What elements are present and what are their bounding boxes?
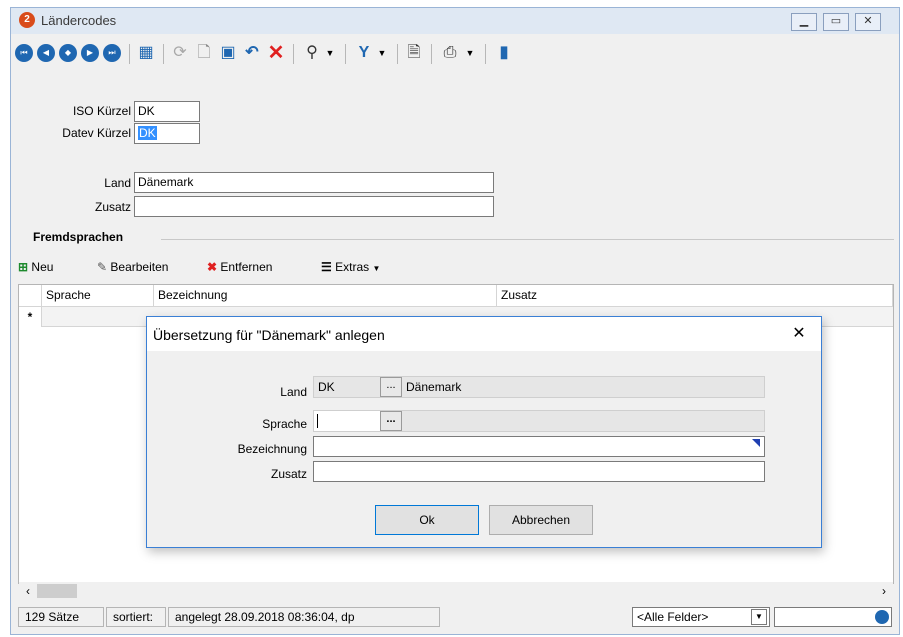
toolbar-separator bbox=[397, 44, 398, 64]
new-row-marker: * bbox=[19, 307, 42, 327]
toolbar-separator bbox=[293, 44, 294, 64]
window-title: Ländercodes bbox=[41, 13, 117, 28]
search-go-icon[interactable] bbox=[875, 610, 889, 624]
toolbar-separator bbox=[345, 44, 346, 64]
new-icon: ⊞ bbox=[18, 260, 29, 274]
record-count: 129 Sätze bbox=[18, 607, 104, 627]
zusatz-label: Zusatz bbox=[94, 200, 131, 214]
refresh-icon[interactable]: ⟳ bbox=[169, 42, 191, 64]
group-divider bbox=[161, 239, 894, 240]
land-browse-button: ... bbox=[380, 377, 402, 397]
remove-icon: ✖ bbox=[207, 260, 218, 274]
multilanguage-marker-icon[interactable] bbox=[752, 439, 760, 447]
iso-label: ISO Kürzel bbox=[72, 104, 131, 118]
ok-button[interactable]: Ok bbox=[375, 505, 479, 535]
text-cursor bbox=[317, 414, 318, 428]
datev-label: Datev Kürzel bbox=[62, 126, 131, 140]
dialog-land-field: DK ... Dänemark bbox=[313, 376, 765, 398]
dialog-sprache-input[interactable] bbox=[314, 411, 385, 431]
undo-icon[interactable]: ↶ bbox=[241, 42, 263, 64]
dialog-sprache-row: ... bbox=[313, 410, 765, 432]
cancel-button[interactable]: Abbrechen bbox=[489, 505, 593, 535]
new-document-icon[interactable]: 🗋 bbox=[193, 42, 215, 64]
minimize-button[interactable]: ▁ bbox=[791, 13, 817, 31]
dialog-title-bar: Übersetzung für "Dänemark" anlegen ✕ bbox=[147, 317, 821, 351]
dialog-title: Übersetzung für "Dänemark" anlegen bbox=[153, 327, 385, 343]
title-bar: 2 Ländercodes ▁ ▭ ✕ bbox=[11, 8, 899, 34]
edit-label: Bearbeiten bbox=[110, 260, 169, 274]
column-header-bezeichnung[interactable]: Bezeichnung bbox=[154, 285, 497, 307]
filter-icon[interactable]: Y bbox=[353, 42, 375, 64]
edit-icon: ✎ bbox=[97, 260, 108, 274]
toolbar-separator bbox=[163, 44, 164, 64]
scroll-right-icon[interactable]: › bbox=[877, 584, 891, 598]
close-button[interactable]: ✕ bbox=[855, 13, 881, 31]
save-icon[interactable]: ▣ bbox=[217, 42, 239, 64]
zusatz-field[interactable] bbox=[134, 196, 494, 217]
delete-icon[interactable]: ✕ bbox=[265, 42, 287, 64]
search-dropdown-icon[interactable]: ▼ bbox=[323, 42, 337, 64]
remove-label: Entfernen bbox=[220, 260, 273, 274]
created-info: angelegt 28.09.2018 08:36:04, dp bbox=[168, 607, 440, 627]
dialog-close-icon[interactable]: ✕ bbox=[787, 323, 811, 345]
first-record-icon[interactable]: ⏮ bbox=[15, 44, 33, 62]
dialog-bezeichnung-input[interactable] bbox=[313, 436, 765, 457]
next-record-icon[interactable]: ▶ bbox=[81, 44, 99, 62]
dialog-land-code: DK bbox=[318, 380, 335, 394]
report-icon[interactable]: 🗎 bbox=[403, 42, 425, 64]
land-label: Land bbox=[104, 176, 131, 190]
sprache-browse-button[interactable]: ... bbox=[380, 411, 402, 431]
dialog-land-name: Dänemark bbox=[406, 380, 462, 394]
dialog-zusatz-label: Zusatz bbox=[270, 467, 307, 481]
iso-field[interactable]: DK bbox=[134, 101, 200, 122]
maximize-button[interactable]: ▭ bbox=[823, 13, 849, 31]
previous-record-icon[interactable]: ◆ bbox=[59, 44, 77, 62]
minimize-icon: ▁ bbox=[799, 15, 809, 27]
row-header-corner bbox=[19, 285, 42, 307]
extras-label: Extras bbox=[335, 260, 370, 274]
sort-status: sortiert: bbox=[106, 607, 166, 627]
datev-field[interactable]: DK bbox=[134, 123, 200, 144]
land-field[interactable]: Dänemark bbox=[134, 172, 494, 193]
dialog-sprache-label: Sprache bbox=[262, 417, 307, 431]
quick-search-field[interactable] bbox=[774, 607, 892, 627]
remove-translation-button[interactable]: ✖ Entfernen bbox=[207, 260, 272, 282]
table-view-icon[interactable]: ▦ bbox=[135, 42, 157, 64]
menu-icon: ☰ bbox=[321, 260, 332, 274]
dropdown-arrow-icon: ▼ bbox=[372, 264, 381, 273]
close-icon: ✕ bbox=[863, 15, 873, 27]
toolbar-separator bbox=[129, 44, 130, 64]
last-record-icon[interactable]: ⏭ bbox=[103, 44, 121, 62]
print-icon[interactable]: ⎙ bbox=[439, 42, 461, 64]
dialog-land-label: Land bbox=[280, 385, 307, 399]
horizontal-scrollbar[interactable]: ‹ › bbox=[19, 582, 893, 600]
app-icon: 2 bbox=[19, 12, 35, 28]
field-filter-select[interactable]: <Alle Felder> ▼ bbox=[632, 607, 770, 627]
toolbar-separator bbox=[485, 44, 486, 64]
status-bar: 129 Sätze sortiert: angelegt 28.09.2018 … bbox=[18, 605, 894, 629]
toolbar-separator bbox=[431, 44, 432, 64]
dialog-zusatz-input[interactable] bbox=[313, 461, 765, 482]
search-icon[interactable]: ⚲ bbox=[301, 42, 323, 64]
dialog-bezeichnung-label: Bezeichnung bbox=[237, 442, 307, 456]
column-header-zusatz[interactable]: Zusatz bbox=[497, 285, 893, 307]
chevron-down-icon[interactable]: ▼ bbox=[751, 609, 767, 625]
extras-menu-button[interactable]: ☰ Extras ▼ bbox=[321, 260, 380, 282]
main-toolbar: ⏮ ◀ ◆ ▶ ⏭ ▦ ⟳ 🗋 ▣ ↶ ✕ ⚲ ▼ Y ▼ 🗎 ⎙ ▼ ▮ bbox=[11, 34, 899, 72]
new-translation-button[interactable]: ⊞ Neu bbox=[18, 260, 53, 282]
previous-page-icon[interactable]: ◀ bbox=[37, 44, 55, 62]
maximize-icon: ▭ bbox=[830, 15, 842, 27]
print-dropdown-icon[interactable]: ▼ bbox=[463, 42, 477, 64]
edit-translation-button[interactable]: ✎ Bearbeiten bbox=[97, 260, 168, 282]
scroll-thumb[interactable] bbox=[37, 584, 77, 598]
selected-text: DK bbox=[138, 126, 157, 140]
filter-dropdown-icon[interactable]: ▼ bbox=[375, 42, 389, 64]
fremdsprachen-heading: Fremdsprachen bbox=[33, 230, 124, 244]
new-label: Neu bbox=[31, 260, 54, 274]
scroll-left-icon[interactable]: ‹ bbox=[21, 584, 35, 598]
exit-icon[interactable]: ▮ bbox=[493, 42, 515, 64]
translation-dialog: Übersetzung für "Dänemark" anlegen ✕ Lan… bbox=[146, 316, 822, 548]
column-header-sprache[interactable]: Sprache bbox=[42, 285, 154, 307]
field-filter-value: <Alle Felder> bbox=[637, 610, 709, 624]
